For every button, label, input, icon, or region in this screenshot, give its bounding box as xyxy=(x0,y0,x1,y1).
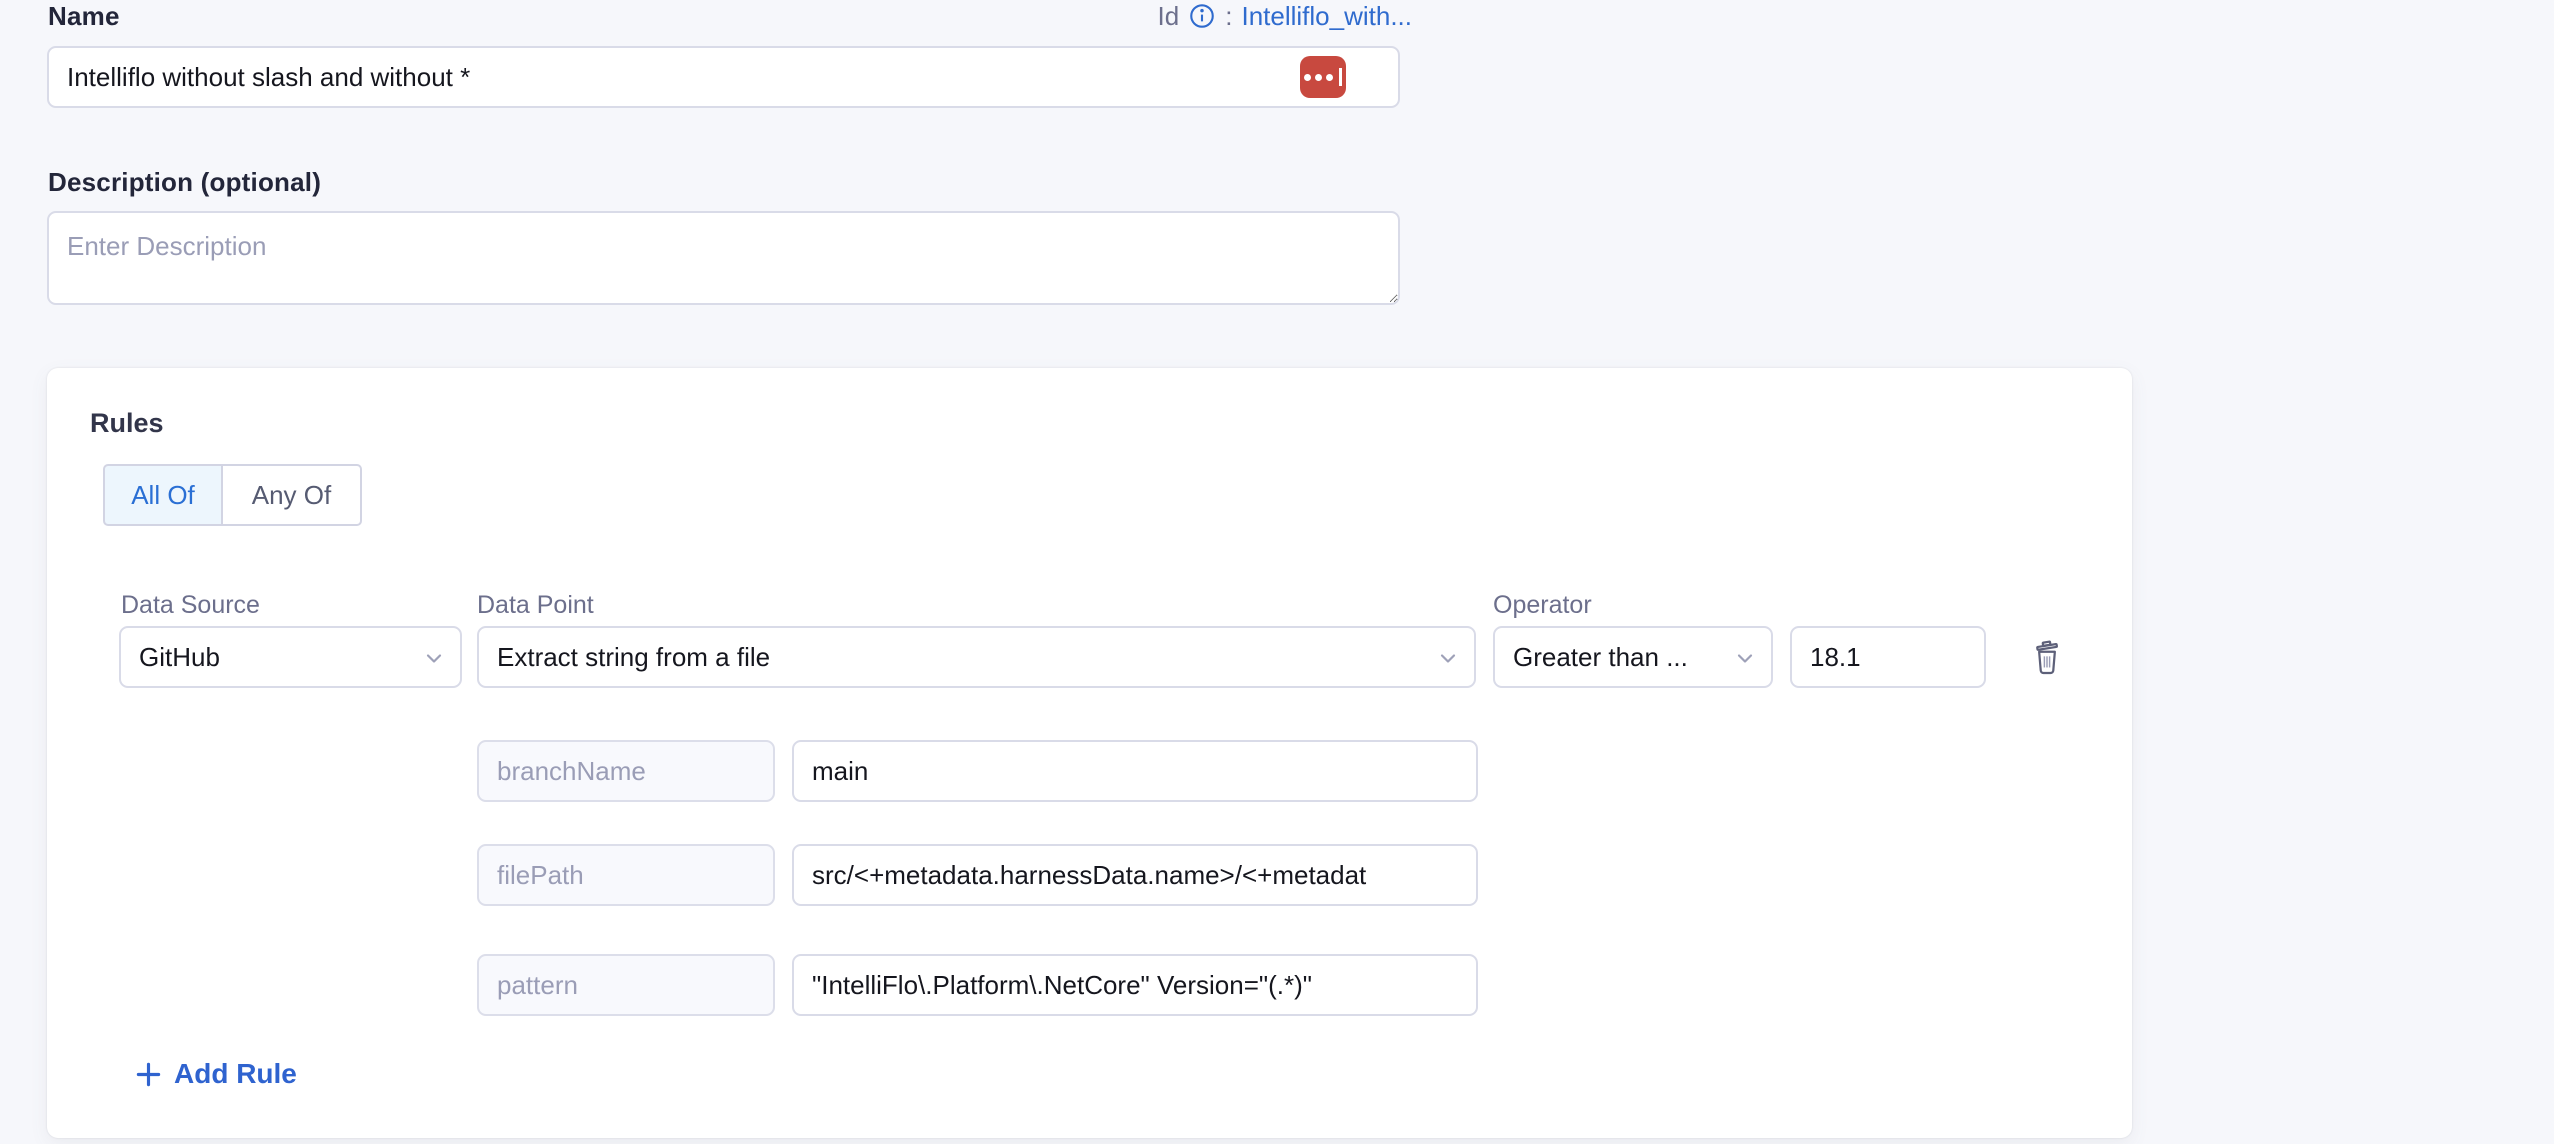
description-textarea[interactable] xyxy=(47,211,1400,305)
delete-rule-button[interactable] xyxy=(2019,628,2075,686)
data-source-column-label: Data Source xyxy=(121,590,260,620)
rules-card: Rules All Of Any Of Data Source Data Poi… xyxy=(47,368,2132,1138)
page: Name Id : Intelliflo_with... Description… xyxy=(0,0,2554,1144)
name-input[interactable] xyxy=(47,46,1400,108)
param-key-pattern: pattern xyxy=(477,954,775,1016)
id-label: Id xyxy=(1158,1,1180,32)
operator-select[interactable]: Greater than ... xyxy=(1493,626,1773,688)
rules-heading: Rules xyxy=(90,408,164,439)
info-icon[interactable] xyxy=(1188,2,1216,30)
plus-icon xyxy=(135,1061,162,1088)
entity-id-row: Id : Intelliflo_with... xyxy=(1158,0,1412,32)
data-point-value: Extract string from a file xyxy=(497,642,770,673)
name-field-wrap xyxy=(47,46,1400,108)
description-label: Description (optional) xyxy=(48,166,321,198)
param-key-filepath: filePath xyxy=(477,844,775,906)
add-rule-button[interactable]: Add Rule xyxy=(135,1058,297,1090)
param-key-branchname: branchName xyxy=(477,740,775,802)
chevron-down-icon xyxy=(1733,646,1757,670)
password-manager-badge-icon[interactable] xyxy=(1300,56,1346,98)
name-label: Name xyxy=(48,0,120,32)
match-type-toggle: All Of Any Of xyxy=(103,464,362,526)
data-point-column-label: Data Point xyxy=(477,590,594,620)
chevron-down-icon xyxy=(1436,646,1460,670)
data-source-select[interactable]: GitHub xyxy=(119,626,462,688)
any-of-button[interactable]: Any Of xyxy=(221,464,362,526)
id-value-link[interactable]: Intelliflo_with... xyxy=(1241,1,1412,32)
data-point-select[interactable]: Extract string from a file xyxy=(477,626,1476,688)
param-value-filepath-input[interactable] xyxy=(792,844,1478,906)
add-rule-label: Add Rule xyxy=(174,1058,297,1090)
chevron-down-icon xyxy=(422,646,446,670)
operator-column-label: Operator xyxy=(1493,590,1592,620)
data-source-value: GitHub xyxy=(139,642,220,673)
operator-threshold-input[interactable] xyxy=(1790,626,1986,688)
id-separator: : xyxy=(1225,1,1232,32)
operator-value: Greater than ... xyxy=(1513,642,1688,673)
param-value-branchname-input[interactable] xyxy=(792,740,1478,802)
trash-icon xyxy=(2030,637,2064,677)
all-of-button[interactable]: All Of xyxy=(103,464,223,526)
param-value-pattern-input[interactable] xyxy=(792,954,1478,1016)
